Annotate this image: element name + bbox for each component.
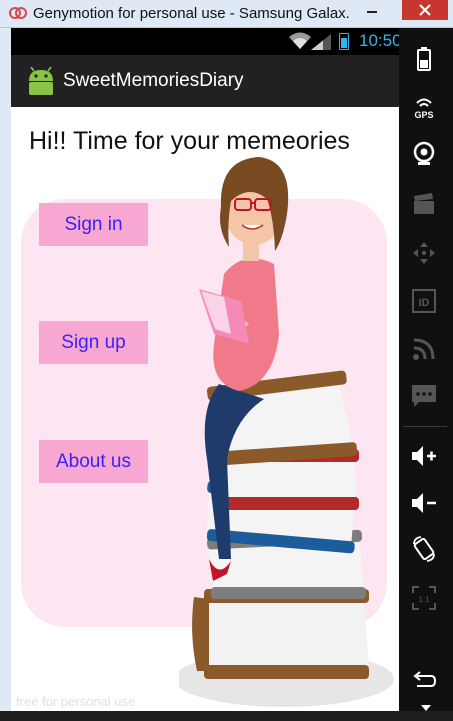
status-time: 10:50 [359,31,402,50]
rss-widget-button[interactable] [411,336,437,362]
rotate-screen-button[interactable] [411,536,437,562]
app-title: SweetMemoriesDiary [63,70,244,91]
svg-text:ID: ID [419,297,430,309]
sign-up-button[interactable]: Sign up [39,321,148,364]
webcam-icon [413,141,435,165]
girl-reading-illustration [179,157,394,707]
window-title: Genymotion for personal use - Samsung Ga… [33,5,351,22]
svg-text:1:1: 1:1 [418,595,430,604]
screencast-widget-button[interactable] [411,191,437,217]
battery-widget-button[interactable] [411,46,437,72]
battery-icon [339,33,349,50]
close-window-button[interactable] [402,0,448,20]
window-titlebar: Genymotion for personal use - Samsung Ga… [0,0,453,28]
volume-down-button[interactable] [411,490,437,516]
camera-widget-button[interactable] [411,141,437,167]
wifi-icon [289,32,311,49]
volume-down-icon [412,493,436,513]
window-frame-bottom [0,711,453,721]
battery-icon [417,47,431,71]
minimize-icon [367,11,377,13]
android-status-bar: 10:50 [11,28,402,55]
genymotion-app-icon [9,7,27,19]
back-arrow-icon [413,671,437,687]
pixel-perfect-button[interactable]: 1:1 [411,585,437,611]
emulator-toolbar: GPS ID 1:1 [399,28,453,711]
dpad-icon [413,242,435,264]
back-button[interactable] [411,666,437,692]
sign-in-button[interactable]: Sign in [39,203,148,246]
greeting-text: Hi!! Time for your memeories [29,127,350,155]
gps-widget-button[interactable]: GPS [411,94,437,120]
action-bar: SweetMemoriesDiary [11,55,399,107]
close-icon [419,4,431,16]
rotate-icon [413,536,435,562]
android-logo-icon[interactable] [25,65,57,97]
volume-up-icon [412,446,436,466]
volume-up-button[interactable] [411,443,437,469]
message-icon [412,385,436,407]
about-us-button[interactable]: About us [39,440,148,483]
sms-widget-button[interactable] [411,383,437,409]
rss-icon [413,338,435,360]
scale-icon: 1:1 [412,586,436,610]
svg-text:GPS: GPS [414,110,433,120]
window-frame-left [0,28,11,721]
main-content: Hi!! Time for your memeories Sign in Sig… [11,107,399,711]
device-id-widget-button[interactable]: ID [411,288,437,314]
id-card-icon: ID [412,289,436,313]
dpad-widget-button[interactable] [411,240,437,266]
cell-signal-icon [311,34,331,50]
toolbar-separator [403,426,447,427]
watermark-text: free for personal use [16,694,136,709]
clapperboard-icon [414,193,434,214]
minimize-button[interactable] [358,0,386,20]
gps-icon: GPS [414,98,434,120]
